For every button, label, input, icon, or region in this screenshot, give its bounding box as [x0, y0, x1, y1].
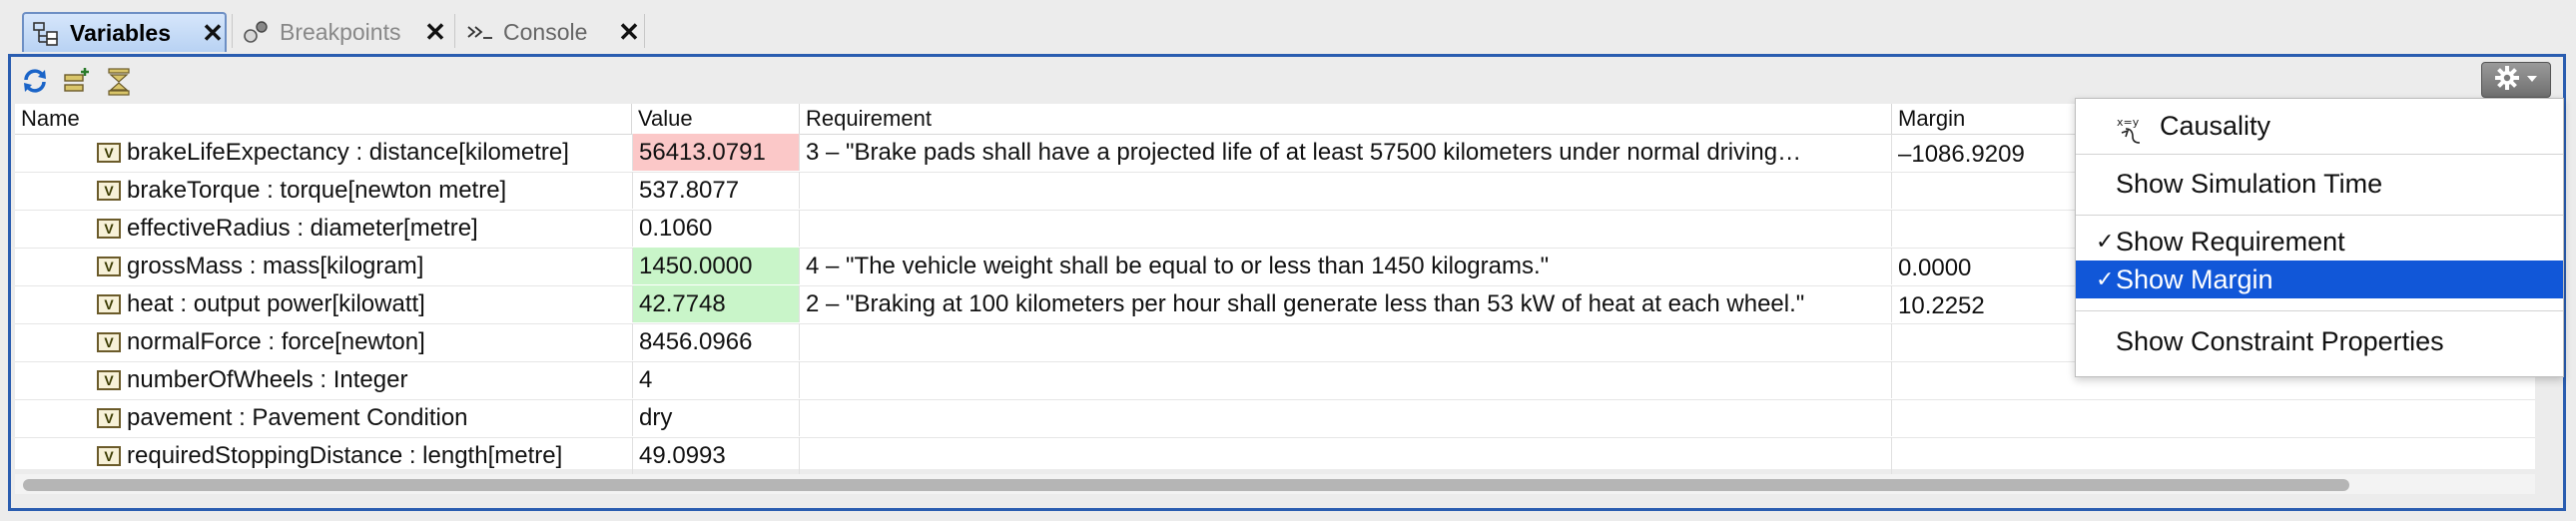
view-options-menu: x=y Causality Show Simulation Time ✓ Sho…: [2075, 98, 2564, 377]
tab-divider: [232, 14, 233, 48]
variables-icon: [32, 20, 62, 46]
view-options-button[interactable]: [2481, 62, 2551, 98]
causality-icon: x=y: [2116, 115, 2150, 147]
menu-item-label: Show Simulation Time: [2116, 169, 2383, 199]
menu-item-label: Causality: [2160, 111, 2271, 141]
checkmark-icon: ✓: [2096, 229, 2115, 254]
requirement-cell: [800, 323, 1892, 360]
variable-icon: V: [97, 181, 121, 201]
variable-icon: V: [97, 408, 121, 428]
tab-label: Console: [503, 18, 588, 45]
name-cell: V numberOfWheels : Integer: [15, 361, 632, 398]
table-row[interactable]: V requiredStoppingDistance : length[metr…: [15, 437, 2535, 476]
value-cell[interactable]: 42.7748: [632, 285, 800, 322]
value-cell[interactable]: dry: [632, 399, 800, 436]
value-cell[interactable]: 56413.0791: [632, 134, 800, 171]
requirement-cell: [800, 399, 1892, 436]
variable-name: grossMass : mass[kilogram]: [127, 253, 424, 279]
menu-item-show-margin[interactable]: ✓ Show Margin: [2076, 260, 2563, 298]
requirement-cell: 4 – "The vehicle weight shall be equal t…: [800, 248, 1892, 284]
column-header-name[interactable]: Name: [15, 104, 632, 134]
tab-console[interactable]: Console ✕: [461, 12, 641, 52]
close-icon[interactable]: ✕: [617, 17, 641, 48]
tab-label: Breakpoints: [280, 18, 401, 45]
menu-item-show-simulation-time[interactable]: Show Simulation Time: [2076, 165, 2563, 203]
checkmark-icon: ✓: [2096, 266, 2115, 291]
variables-toolbar: [19, 65, 135, 97]
variable-name: heat : output power[kilowatt]: [127, 290, 425, 317]
horizontal-scrollbar[interactable]: [15, 474, 2535, 494]
name-cell: V brakeTorque : torque[newton metre]: [15, 172, 632, 209]
menu-item-causality[interactable]: x=y Causality: [2076, 107, 2563, 145]
menu-separator: [2076, 154, 2563, 155]
value-cell[interactable]: 1450.0000: [632, 248, 800, 284]
name-cell: V normalForce : force[newton]: [15, 323, 632, 360]
column-header-value[interactable]: Value: [632, 104, 800, 134]
menu-separator: [2076, 310, 2563, 311]
svg-text:x=y: x=y: [2117, 116, 2140, 129]
variable-name: brakeTorque : torque[newton metre]: [127, 177, 507, 204]
menu-item-label: Show Constraint Properties: [2116, 326, 2444, 356]
menu-item-label: Show Margin: [2116, 264, 2273, 294]
menu-item-show-constraint-properties[interactable]: Show Constraint Properties: [2076, 322, 2563, 360]
gear-icon: [2494, 65, 2520, 96]
scrollbar-thumb[interactable]: [23, 479, 2349, 491]
variable-icon: V: [97, 257, 121, 276]
value-cell[interactable]: 0.1060: [632, 210, 800, 247]
requirement-cell: [800, 361, 1892, 398]
variable-name: normalForce : force[newton]: [127, 328, 425, 355]
variable-icon: V: [97, 332, 121, 352]
value-cell[interactable]: 49.0993: [632, 437, 800, 474]
menu-item-label: Show Requirement: [2116, 227, 2345, 257]
breakpoints-icon: [242, 19, 272, 45]
variable-icon: V: [97, 219, 121, 239]
table-row[interactable]: V pavement : Pavement Condition dry: [15, 399, 2535, 438]
expand-all-icon[interactable]: [61, 65, 93, 97]
variable-icon: V: [97, 143, 121, 163]
requirement-cell: [800, 172, 1892, 209]
name-cell: V heat : output power[kilowatt]: [15, 285, 632, 322]
margin-cell: [1892, 437, 2535, 474]
console-icon: [465, 19, 495, 45]
value-cell[interactable]: 537.8077: [632, 172, 800, 209]
collapse-all-icon[interactable]: [103, 65, 135, 97]
refresh-icon[interactable]: [19, 65, 51, 97]
tab-label: Variables: [70, 19, 172, 46]
view-tab-bar: Variables ✕ Breakpoints ✕ Console ✕: [0, 0, 2576, 56]
requirement-cell: 3 – "Brake pads shall have a projected l…: [800, 134, 1892, 171]
variable-name: requiredStoppingDistance : length[metre]: [127, 442, 563, 469]
name-cell: V pavement : Pavement Condition: [15, 399, 632, 436]
name-cell: V effectiveRadius : diameter[metre]: [15, 210, 632, 247]
variable-icon: V: [97, 370, 121, 390]
menu-separator: [2076, 215, 2563, 216]
name-cell: V grossMass : mass[kilogram]: [15, 248, 632, 284]
tab-variables[interactable]: Variables ✕: [22, 12, 227, 52]
name-cell: V brakeLifeExpectancy : distance[kilomet…: [15, 134, 632, 171]
variable-name: numberOfWheels : Integer: [127, 366, 408, 393]
tab-breakpoints[interactable]: Breakpoints ✕: [238, 12, 447, 52]
requirement-cell: [800, 210, 1892, 247]
menu-item-show-requirement[interactable]: ✓ Show Requirement: [2076, 223, 2563, 260]
requirement-cell: 2 – "Braking at 100 kilometers per hour …: [800, 285, 1892, 322]
variable-name: brakeLifeExpectancy : distance[kilometre…: [127, 139, 569, 166]
value-cell[interactable]: 8456.0966: [632, 323, 800, 360]
variable-icon: V: [97, 446, 121, 466]
chevron-down-icon: [2526, 71, 2538, 89]
column-header-requirement[interactable]: Requirement: [800, 104, 1892, 134]
variable-name: effectiveRadius : diameter[metre]: [127, 215, 478, 242]
close-icon[interactable]: ✕: [423, 17, 447, 48]
variable-name: pavement : Pavement Condition: [127, 404, 468, 431]
tab-divider: [454, 14, 455, 48]
margin-cell: [1892, 399, 2535, 436]
close-icon[interactable]: ✕: [201, 18, 225, 49]
name-cell: V requiredStoppingDistance : length[metr…: [15, 437, 632, 474]
value-cell[interactable]: 4: [632, 361, 800, 398]
variable-icon: V: [97, 294, 121, 314]
tab-divider: [644, 14, 645, 48]
requirement-cell: [800, 437, 1892, 474]
